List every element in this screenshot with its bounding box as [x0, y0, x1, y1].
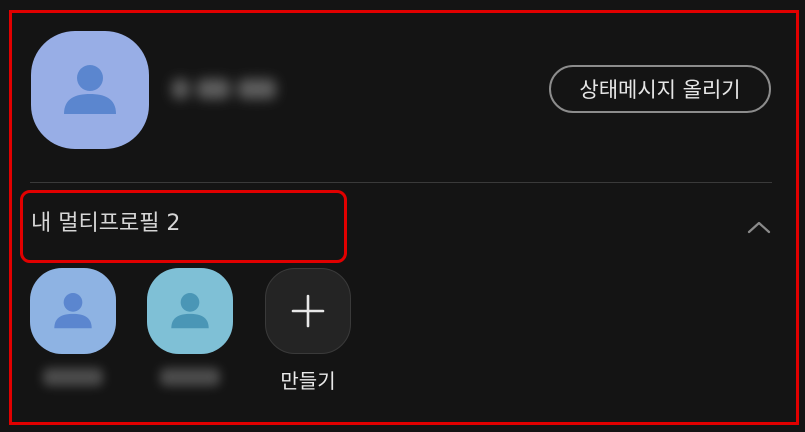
multi-profile-screen: 상태메시지 올리기 내 멀티프로필 2 만들기 [0, 0, 805, 432]
outer-highlight-frame [9, 10, 799, 425]
